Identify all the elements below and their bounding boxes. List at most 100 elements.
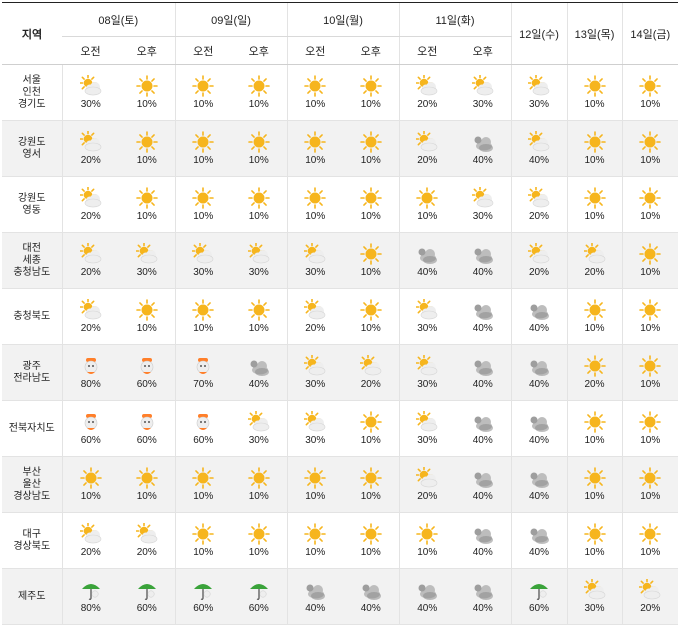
precip-probability: 30% [584,603,605,614]
precip-probability: 20% [80,155,101,166]
precip-probability: 40% [472,547,493,558]
region-name: 부산 울산 경상남도 [13,466,51,502]
rain-icon [80,411,102,433]
precip-probability: 40% [472,323,493,334]
sun-cloud-icon [78,298,102,321]
forecast-cell: 10% [119,121,175,177]
table-body: 서울 인천 경기도 30% 10% 10% 10% 10% 10% 20% 30% 30% 10% 1… [2,64,678,625]
forecast-cell: 40% [286,568,343,625]
region-name: 전북자치도 [8,422,55,434]
precip-probability: 10% [136,99,157,110]
forecast-cell: 20% [61,288,119,345]
cloud-icon [528,523,550,545]
sun-icon [583,131,606,153]
precip-probability: 30% [248,435,269,446]
forecast-cell: 10% [231,65,287,121]
sun-icon [192,467,215,489]
sun-cloud-icon [527,130,550,153]
forecast-cell: 40% [510,344,567,401]
sun-icon [639,187,662,209]
day-header: 08일(토) [62,2,175,37]
forecast-cell: 60% [61,400,119,457]
rain-icon [80,355,102,377]
forecast-cell: 30% [398,288,455,345]
sun-icon [359,523,382,545]
forecast-cell: 10% [566,288,622,345]
sun-cloud-icon [303,298,326,321]
precip-probability: 10% [305,491,326,502]
sun-icon [304,75,327,97]
region-name: 서울 인천 경기도 [17,74,46,110]
precip-probability: 40% [472,155,493,166]
forecast-cell: 10% [343,121,399,177]
forecast-cell: 40% [455,457,511,513]
forecast-cell: 40% [455,289,511,345]
region-name: 광주 전라남도 [13,360,51,384]
forecast-cell: 10% [231,121,287,177]
forecast-cell: 10% [566,400,622,457]
precip-probability: 40% [472,267,493,278]
cloud-icon [528,355,550,377]
forecast-cell: 80% [61,344,119,401]
am-header: 오전 [398,36,455,65]
sun-icon [639,523,662,545]
pm-header: 오후 [231,36,287,65]
precip-probability: 10% [136,211,157,222]
precip-probability: 20% [417,491,438,502]
precip-probability: 20% [80,211,101,222]
cloud-icon [472,579,494,601]
forecast-cell: 10% [174,288,231,345]
forecast-cell: 20% [621,568,678,625]
precip-probability: 10% [248,155,269,166]
forecast-cell: 40% [231,345,287,401]
precip-probability: 10% [360,491,381,502]
sun-icon [135,299,158,321]
sun-cloud-icon [582,578,606,601]
table-row: 부산 울산 경상남도 10% 10% 10% 10% 10% 10% 20% 40% 40% 10%… [2,456,678,513]
precip-probability: 40% [528,547,549,558]
precip-probability: 30% [528,99,549,110]
precip-probability: 10% [193,547,214,558]
sun-icon [583,467,606,489]
precip-probability: 60% [528,603,549,614]
forecast-cell: 30% [286,232,343,289]
rain-icon [192,355,214,377]
forecast-cell: 40% [343,569,399,625]
sun-cloud-icon [303,410,326,433]
sun-cloud-icon [470,74,494,97]
forecast-cell: 40% [510,456,567,513]
precip-probability: 30% [472,211,493,222]
rain-icon [136,411,158,433]
forecast-cell: 60% [174,400,231,457]
sun-cloud-icon [134,242,158,265]
cloud-icon [360,579,382,601]
precip-probability: 10% [640,379,661,390]
sun-cloud-icon [246,242,270,265]
region-column-header: 지역 [2,2,62,65]
forecast-cell: 20% [398,120,455,177]
forecast-cell: 10% [286,64,343,121]
sun-cloud-icon [78,74,102,97]
table-row: 서울 인천 경기도 30% 10% 10% 10% 10% 10% 20% 30% 30% 10% 1… [2,64,678,121]
precip-probability: 60% [193,435,214,446]
sun-cloud-icon [78,130,102,153]
precip-probability: 30% [305,267,326,278]
precip-probability: 60% [248,603,269,614]
forecast-cell: 10% [621,344,678,401]
forecast-cell: 20% [510,232,567,289]
forecast-cell: 30% [231,401,287,457]
sun-icon [79,467,102,489]
forecast-cell: 10% [61,456,119,513]
forecast-cell: 10% [119,65,175,121]
precip-probability: 20% [528,267,549,278]
sun-icon [247,131,270,153]
precip-probability: 40% [472,435,493,446]
forecast-cell: 10% [174,456,231,513]
sun-cloud-icon [415,298,438,321]
sun-cloud-icon [582,242,606,265]
sun-cloud-icon [470,186,494,209]
forecast-cell: 60% [174,568,231,625]
table-row: 제주도 80% 60% 60% 60% 40% 40% 40% 40% 60% 30% 20% [2,568,678,625]
forecast-cell: 10% [343,177,399,233]
precip-probability: 30% [305,379,326,390]
